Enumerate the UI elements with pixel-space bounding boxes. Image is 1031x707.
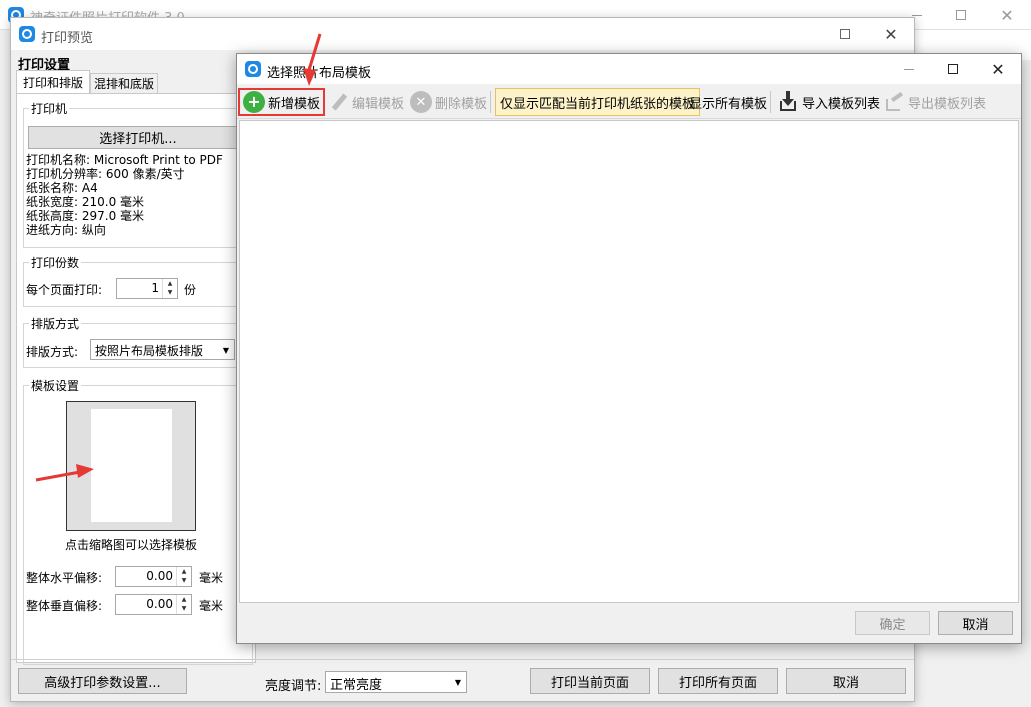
arrow-to-thumbnail-icon [35,464,94,482]
arrow-to-add-template-icon [303,33,322,86]
annotation-arrows [35,33,322,482]
